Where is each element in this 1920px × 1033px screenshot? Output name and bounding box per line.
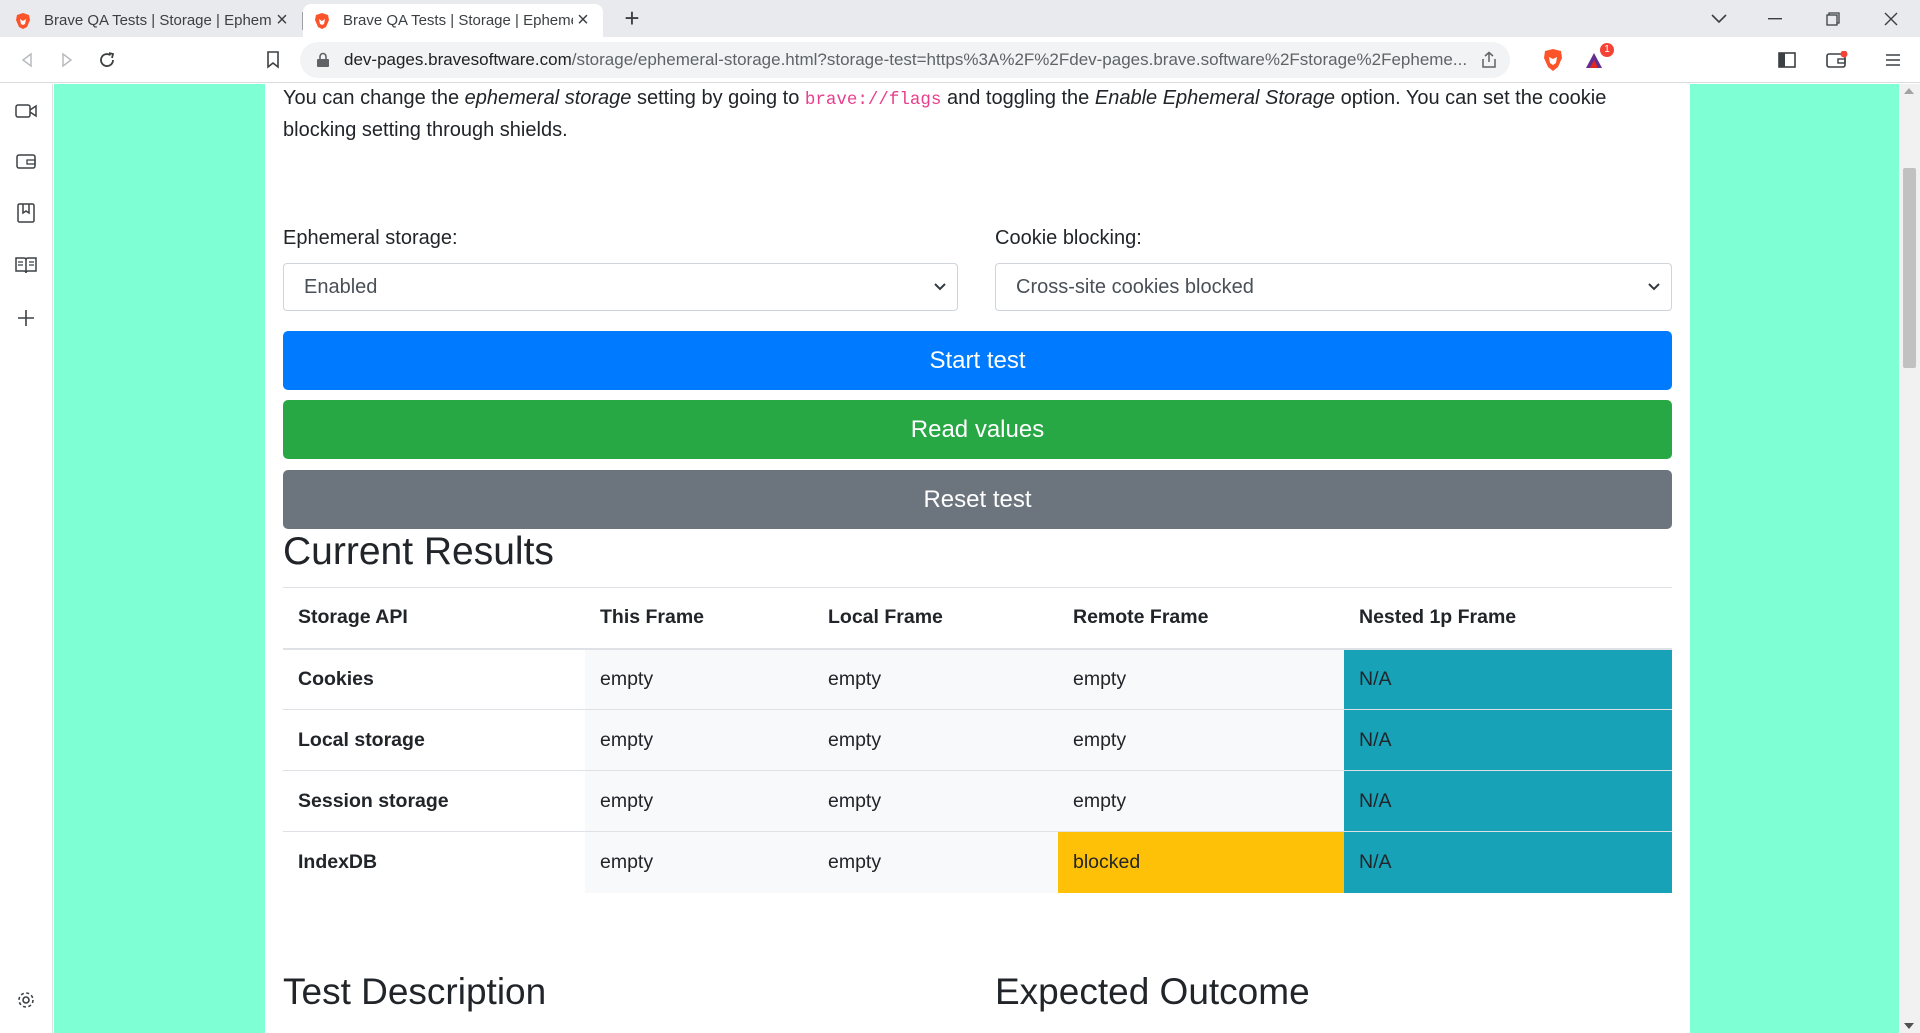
this-frame-cell: empty [585,831,813,893]
intro-text-part: and toggling the [941,87,1095,109]
address-bar[interactable]: dev-pages.bravesoftware.com/storage/ephe… [300,42,1510,78]
tab-strip: Brave QA Tests | Storage | Ephemeral Sto… [0,0,1920,37]
scroll-down-arrow-icon[interactable] [1904,1023,1914,1029]
tab-title: Brave QA Tests | Storage | Ephemeral Sto… [343,12,573,29]
bookmarks-sidebar-icon[interactable] [12,199,40,227]
menu-icon[interactable] [1878,45,1908,75]
brave-lion-icon [16,12,30,29]
brave-rewards-icon[interactable]: 1 [1582,43,1614,75]
browser-toolbar: dev-pages.bravesoftware.com/storage/ephe… [0,37,1920,83]
this-frame-cell: empty [585,770,813,832]
storage-api-name: Cookies [283,648,585,710]
table-header-row: Storage API This Frame Local Frame Remot… [283,587,1672,650]
brave-sidebar [0,84,53,1033]
restore-icon[interactable] [1804,0,1862,37]
wallet-icon[interactable] [1822,45,1852,75]
tab-search-chevron-icon[interactable] [1690,0,1748,37]
cookie-blocking-label: Cookie blocking: [995,227,1142,249]
rewards-badge: 1 [1600,43,1614,57]
current-results-heading: Current Results [283,530,554,573]
sidebar-toggle-icon[interactable] [1772,45,1802,75]
back-icon[interactable] [12,45,42,75]
local-frame-cell: empty [813,770,1058,832]
share-icon[interactable] [1480,51,1498,69]
column-header: Remote Frame [1058,587,1344,650]
url-host: dev-pages.bravesoftware.com [344,50,572,69]
cookie-blocking-select[interactable]: Cross-site cookies blocked [995,263,1672,311]
brave-shields-icon[interactable] [1538,45,1568,75]
url-text[interactable]: dev-pages.bravesoftware.com/storage/ephe… [344,50,1484,70]
column-header: Local Frame [813,587,1058,650]
cookie-blocking-value: Cross-site cookies blocked [1016,276,1254,298]
nested-frame-cell: N/A [1344,709,1672,771]
this-frame-cell: empty [585,709,813,771]
storage-api-name: Local storage [283,709,585,771]
sidebar-settings-gear-icon[interactable] [12,986,40,1014]
local-frame-cell: empty [813,709,1058,771]
chevron-down-icon [1648,283,1660,291]
wallet-sidebar-icon[interactable] [12,147,40,175]
read-values-button[interactable]: Read values [283,400,1672,459]
storage-api-name: Session storage [283,770,585,832]
chevron-down-icon [934,283,946,291]
intro-text: You can change the ephemeral storage set… [283,84,1672,145]
column-header: This Frame [585,587,813,650]
table-row: Local storage empty empty empty N/A [283,709,1672,771]
bookmark-icon[interactable] [258,45,288,75]
expected-outcome-heading: Expected Outcome [995,971,1310,1012]
page-viewport: You can change the ephemeral storage set… [54,84,1899,1033]
local-frame-cell: empty [813,648,1058,710]
table-row: Session storage empty empty empty N/A [283,770,1672,832]
local-frame-cell: empty [813,831,1058,893]
remote-frame-cell: empty [1058,648,1344,710]
remote-frame-cell: empty [1058,709,1344,771]
ephemeral-storage-label: Ephemeral storage: [283,227,458,249]
table-row: Cookies empty empty empty N/A [283,648,1672,710]
tab-close-icon[interactable]: × [272,9,292,32]
nested-frame-cell: N/A [1344,831,1672,893]
scroll-thumb[interactable] [1903,168,1916,368]
page-scrollbar[interactable] [1899,84,1920,1033]
new-tab-plus-icon[interactable]: + [618,3,646,33]
column-header: Storage API [283,587,585,650]
nested-frame-cell: N/A [1344,770,1672,832]
column-header: Nested 1p Frame [1344,587,1672,650]
reset-test-button[interactable]: Reset test [283,470,1672,529]
test-description-heading: Test Description [283,971,547,1012]
url-path: /storage/ephemeral-storage.html?storage-… [571,50,1468,69]
ephemeral-storage-value: Enabled [304,276,378,298]
tab-inactive[interactable]: Brave QA Tests | Storage | Ephemeral Sto… [4,4,302,37]
tab-title: Brave QA Tests | Storage | Ephemeral Sto… [44,12,272,29]
remote-frame-cell: empty [1058,770,1344,832]
intro-emphasis: Enable Ephemeral Storage [1094,87,1336,109]
forward-icon[interactable] [52,45,82,75]
intro-text-part: You can change the [283,87,465,109]
intro-text-part: setting by going to [631,87,805,109]
results-table: Storage API This Frame Local Frame Remot… [283,587,1672,893]
reading-list-icon[interactable] [12,251,40,279]
close-window-icon[interactable] [1862,0,1920,37]
scroll-up-arrow-icon[interactable] [1904,88,1914,94]
add-sidebar-item-icon[interactable] [12,304,40,332]
brave-lion-icon [315,12,329,29]
intro-code: brave://flags [804,90,942,110]
lock-icon[interactable] [316,52,330,68]
ephemeral-storage-select[interactable]: Enabled [283,263,958,311]
storage-api-name: IndexDB [283,831,585,893]
intro-emphasis: ephemeral storage [464,87,632,109]
reload-icon[interactable] [92,45,122,75]
minimize-icon[interactable] [1746,0,1804,37]
this-frame-cell: empty [585,648,813,710]
nested-frame-cell: N/A [1344,648,1672,710]
tab-active[interactable]: Brave QA Tests | Storage | Ephemeral Sto… [303,4,603,37]
brave-talk-icon[interactable] [12,97,40,125]
tab-close-icon[interactable]: × [573,9,593,32]
page-container: You can change the ephemeral storage set… [265,84,1690,1033]
table-row: IndexDB empty empty blocked N/A [283,831,1672,893]
start-test-button[interactable]: Start test [283,331,1672,390]
remote-frame-cell: blocked [1058,831,1344,893]
